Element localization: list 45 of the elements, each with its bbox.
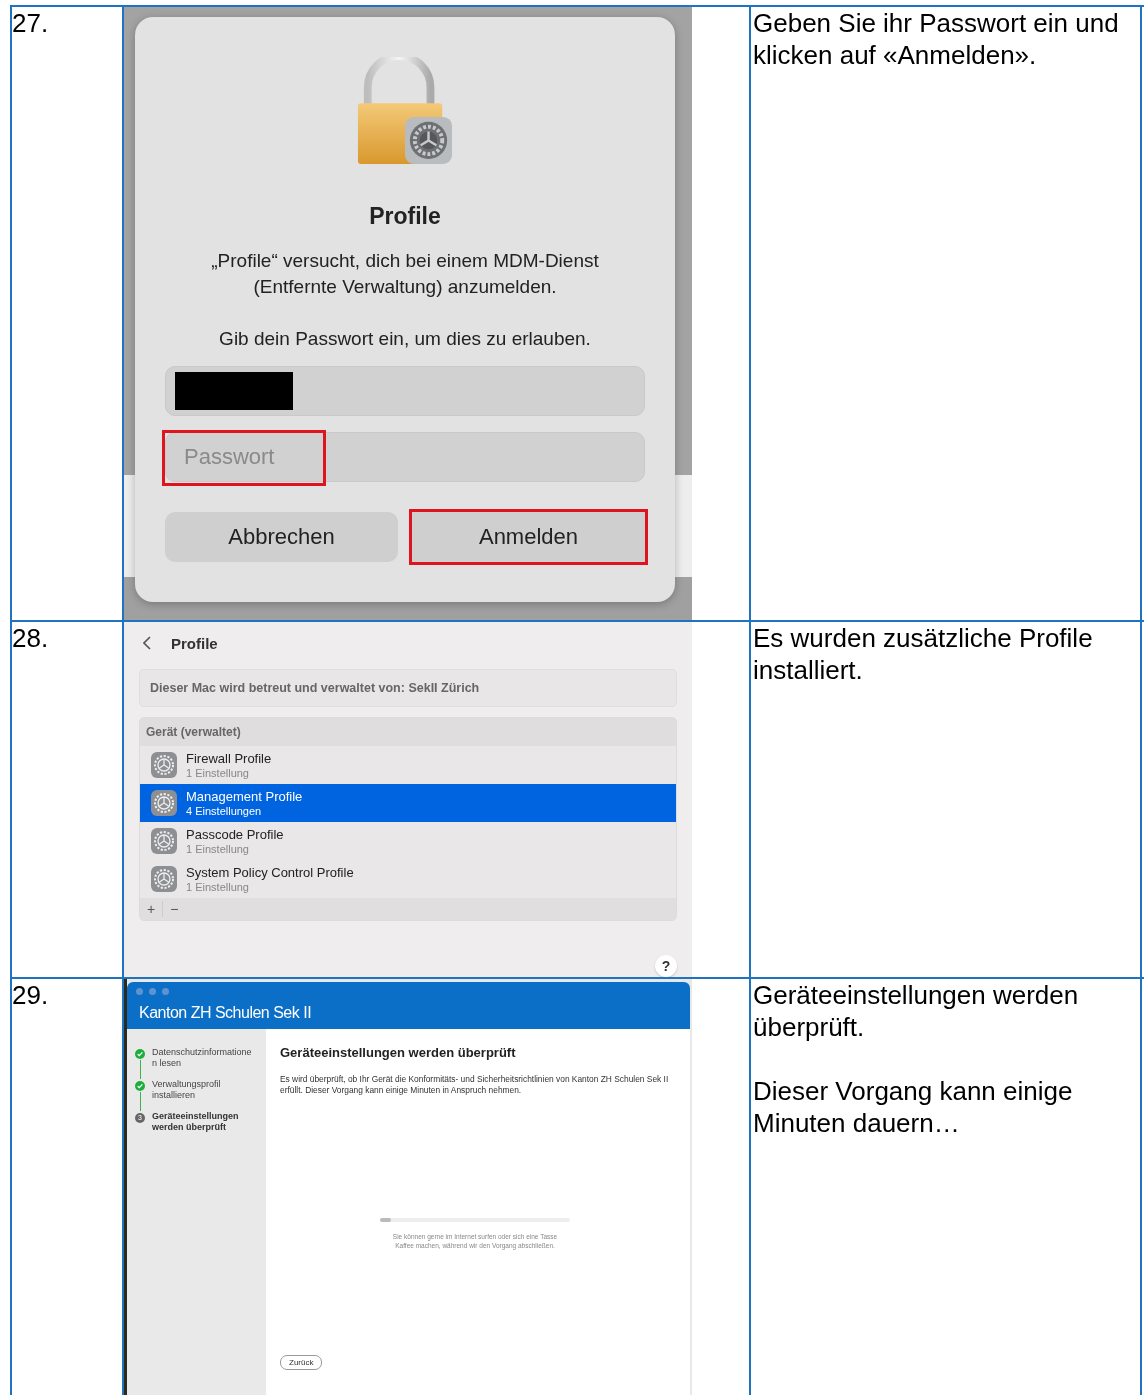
- dialog-button[interactable]: Abbrechen: [165, 512, 398, 562]
- dialog-message: „Profile“ versucht, dich bei einem MDM-Dienst (Entfernte Verwaltung) anzumelden.: [210, 249, 600, 299]
- profile-detail: 1 Einstellung: [186, 880, 250, 894]
- step-number: 28.: [12, 623, 49, 653]
- profile-row[interactable]: System Policy Control Profile 1 Einstellung: [140, 860, 676, 898]
- gear-icon: [150, 865, 178, 893]
- profile-name: Firewall Profile: [186, 750, 272, 766]
- profile-detail: 1 Einstellung: [186, 765, 250, 780]
- step-number: 29.: [12, 980, 49, 1010]
- content-text: Es wird überprüft, ob Ihr Gerät die Konformitäts- und Sicherheitsrichtlinien von Kanton ZH Schulen Sek II erfüllt. Dieser Vorgang kann einige Minuten in Anspruch nehmen.: [280, 1074, 670, 1096]
- app-title: Kanton ZH Schulen Sek II: [139, 1004, 313, 1022]
- profile-row[interactable]: Passcode Profile 1 Einstellung: [140, 822, 676, 860]
- profile-name: System Policy Control Profile: [186, 864, 354, 880]
- step-description: Dieser Vorgang kann einige Minuten dauern…: [753, 1075, 1074, 1139]
- section-header: Gerät (verwaltet): [140, 718, 676, 746]
- step-label: Datenschutzinformationen lesen: [152, 1047, 253, 1070]
- back-button[interactable]: Zurück: [280, 1355, 323, 1370]
- step-description: Geben Sie ihr Passwort ein und klicken auf «Anmelden».: [753, 7, 1120, 71]
- profile-row[interactable]: Firewall Profile 1 Einstellung: [140, 746, 676, 784]
- dialog-title: Profile: [369, 203, 441, 230]
- add-button[interactable]: +: [140, 899, 163, 919]
- back-chevron-icon[interactable]: [143, 636, 151, 650]
- profile-name: Passcode Profile: [186, 826, 284, 842]
- profile-detail: 4 Einstellungen: [186, 804, 263, 818]
- help-button[interactable]: ?: [655, 955, 677, 977]
- dialog-prompt: Gib dein Passwort ein, um dies zu erlauben.: [219, 328, 591, 350]
- username-field[interactable]: [165, 366, 645, 416]
- step-description: Es wurden zusätzliche Profile installiert.: [753, 622, 1094, 686]
- step-number: 27.: [12, 8, 49, 38]
- dialog-button[interactable]: Anmelden: [412, 512, 645, 562]
- step-label: Verwaltungsprofil installieren: [152, 1079, 222, 1102]
- password-field[interactable]: Passwort: [165, 432, 645, 482]
- profile-row[interactable]: Management Profile 4 Einstellungen: [140, 784, 676, 822]
- step-label: Geräteeinstellungen werden überprüft: [152, 1111, 240, 1134]
- gear-icon: [150, 789, 178, 817]
- gear-icon: [150, 751, 178, 779]
- step-description: Geräteeinstellungen werden überprüft.: [753, 979, 1080, 1043]
- profile-name: Management Profile: [186, 788, 303, 804]
- padlock-gear-icon: [356, 57, 454, 167]
- content-heading: Geräteeinstellungen werden überprüft: [280, 1045, 517, 1060]
- remove-button[interactable]: −: [163, 899, 186, 919]
- gear-icon: [150, 827, 178, 855]
- profile-detail: 1 Einstellung: [186, 841, 250, 856]
- managed-notice: Dieser Mac wird betreut und verwaltet von: SekII Zürich: [139, 669, 677, 707]
- panel-title: Profile: [171, 634, 218, 652]
